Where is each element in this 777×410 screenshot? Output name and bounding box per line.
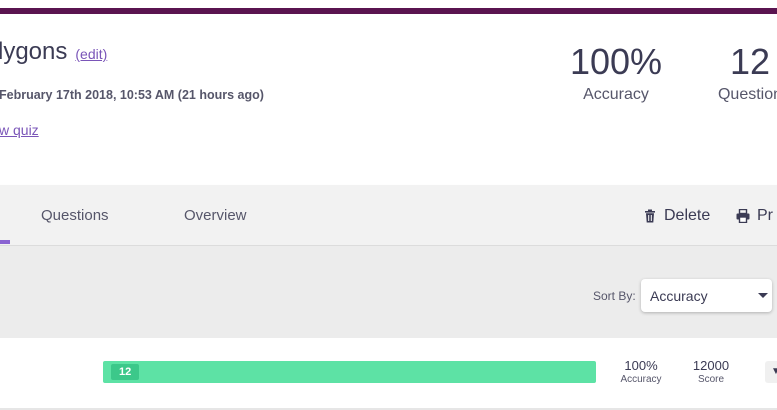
- score-progress-bar: 12: [103, 361, 596, 383]
- top-brand-bar: [0, 0, 777, 14]
- quiz-title: lygons: [0, 38, 68, 65]
- tab-questions[interactable]: Questions: [41, 207, 109, 224]
- row-accuracy-value: 100%: [624, 358, 658, 373]
- delete-button[interactable]: Delete: [643, 207, 710, 225]
- sort-toolbar: Sort By: Accuracy: [0, 246, 777, 338]
- tab-overview[interactable]: Overview: [184, 207, 247, 224]
- trash-icon: [643, 209, 657, 223]
- quiz-date: February 17th 2018, 10:53 AM (21 hours a…: [0, 88, 264, 102]
- accuracy-label: Accuracy: [583, 86, 649, 103]
- quiz-header: lygons (edit): [0, 38, 107, 66]
- printer-icon: [736, 208, 750, 224]
- accuracy-stat: 100% Accuracy: [560, 40, 672, 104]
- active-tab-indicator: [0, 240, 10, 244]
- question-count-badge: 12: [111, 364, 140, 380]
- edit-title-link[interactable]: (edit): [75, 46, 107, 62]
- print-button[interactable]: Pr: [736, 207, 773, 225]
- questions-label: Question: [717, 86, 777, 103]
- row-score-label: Score: [697, 374, 725, 385]
- chevron-icon: ▼: [771, 366, 777, 377]
- view-quiz-link[interactable]: w quiz: [0, 122, 39, 138]
- result-row[interactable]: 12 100% Accuracy 12000 Score ▼: [0, 338, 777, 410]
- questions-value: 12: [729, 41, 771, 82]
- caret-down-icon: [758, 293, 768, 298]
- row-action-button[interactable]: ▼: [765, 361, 777, 383]
- row-accuracy-label: Accuracy: [620, 374, 662, 385]
- row-score: 12000 Score: [683, 358, 739, 385]
- questions-stat: 12 Question: [700, 40, 777, 104]
- row-score-value: 12000: [692, 358, 730, 373]
- print-label: Pr: [757, 207, 773, 224]
- sort-selected-value: Accuracy: [650, 288, 708, 304]
- brand-stripe: [0, 8, 777, 14]
- sort-by-label: Sort By:: [593, 289, 636, 303]
- sort-select[interactable]: Accuracy: [641, 279, 772, 312]
- accuracy-value: 100%: [569, 41, 663, 82]
- row-accuracy: 100% Accuracy: [613, 358, 669, 385]
- delete-label: Delete: [664, 207, 711, 224]
